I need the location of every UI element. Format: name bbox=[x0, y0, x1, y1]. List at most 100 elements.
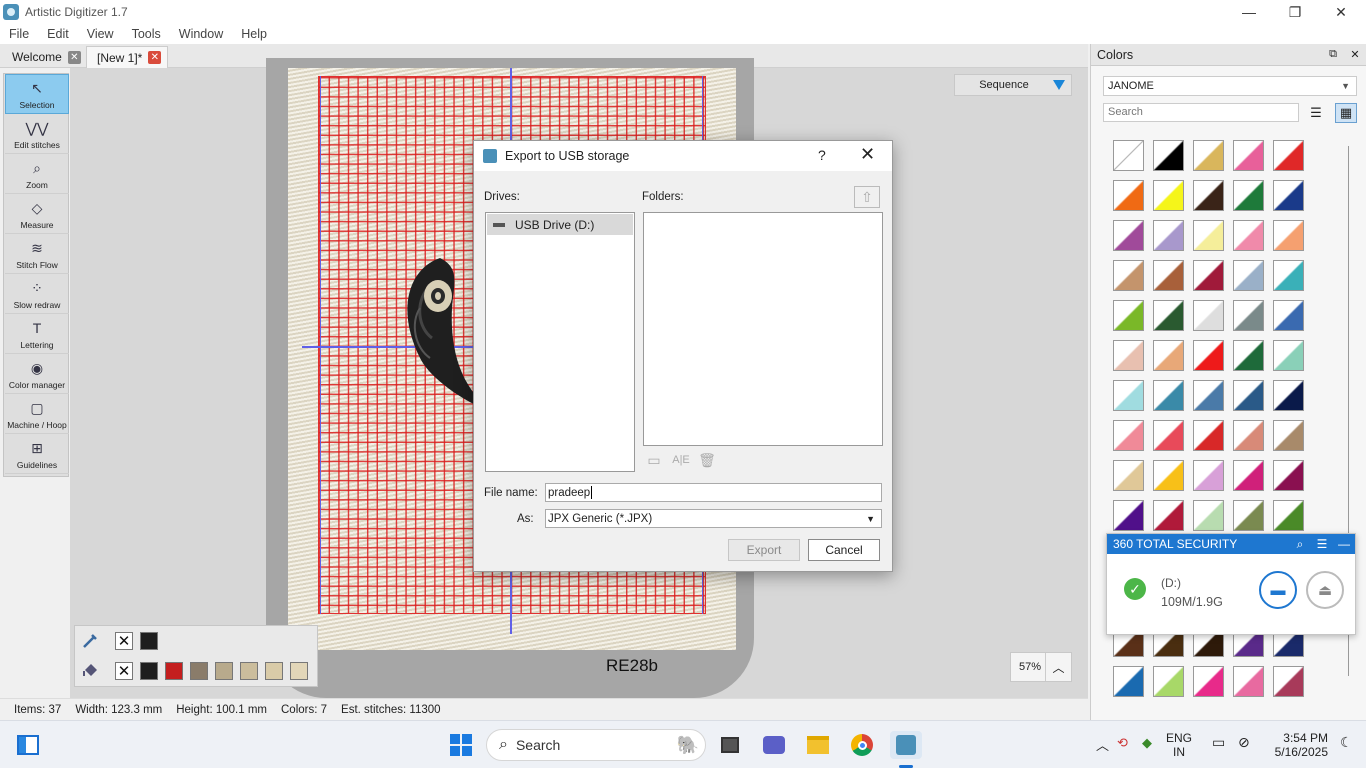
thread-color-swatch[interactable] bbox=[1113, 140, 1144, 171]
thread-color-swatch[interactable] bbox=[1153, 300, 1184, 331]
color-swatch[interactable] bbox=[215, 662, 233, 680]
rename-folder-icon[interactable]: A|E bbox=[671, 450, 691, 470]
thread-color-swatch[interactable] bbox=[1233, 340, 1264, 371]
chevron-up-icon[interactable]: ︿ bbox=[1045, 653, 1071, 681]
network-icon[interactable]: ▭ bbox=[1212, 734, 1225, 751]
menu-tools[interactable]: Tools bbox=[123, 27, 170, 41]
thread-color-swatch[interactable] bbox=[1193, 380, 1224, 411]
thread-color-swatch[interactable] bbox=[1273, 380, 1304, 411]
thread-color-swatch[interactable] bbox=[1153, 180, 1184, 211]
thread-color-swatch[interactable] bbox=[1113, 500, 1144, 531]
thread-color-swatch[interactable] bbox=[1153, 420, 1184, 451]
thread-color-swatch[interactable] bbox=[1113, 340, 1144, 371]
thread-color-swatch[interactable] bbox=[1273, 500, 1304, 531]
thread-color-swatch[interactable] bbox=[1193, 666, 1224, 697]
drives-list[interactable]: USB Drive (D:) bbox=[485, 212, 635, 472]
folders-list[interactable] bbox=[643, 212, 883, 446]
thread-color-swatch[interactable] bbox=[1273, 260, 1304, 291]
eject-icon[interactable]: ⏏ bbox=[1306, 571, 1344, 609]
meet-icon[interactable] bbox=[760, 731, 788, 759]
close-dialog-icon[interactable]: ✕ bbox=[860, 144, 875, 165]
tool-machine-hoop[interactable]: ▢ Machine / Hoop bbox=[5, 394, 69, 434]
task-view-icon[interactable] bbox=[716, 731, 744, 759]
filename-input[interactable]: pradeep bbox=[545, 483, 882, 502]
thread-color-swatch[interactable] bbox=[1153, 380, 1184, 411]
thread-color-swatch[interactable] bbox=[1233, 420, 1264, 451]
artistic-digitizer-taskbar-icon[interactable] bbox=[890, 731, 922, 759]
menu-help[interactable]: Help bbox=[232, 27, 276, 41]
menu-window[interactable]: Window bbox=[170, 27, 232, 41]
thread-color-swatch[interactable] bbox=[1273, 460, 1304, 491]
thread-color-swatch[interactable] bbox=[1233, 220, 1264, 251]
thread-color-swatch[interactable] bbox=[1273, 420, 1304, 451]
thread-color-swatch[interactable] bbox=[1273, 180, 1304, 211]
volume-muted-icon[interactable]: ⊘ bbox=[1238, 734, 1250, 751]
thread-color-swatch[interactable] bbox=[1153, 340, 1184, 371]
thread-color-swatch[interactable] bbox=[1153, 140, 1184, 171]
thread-color-swatch[interactable] bbox=[1273, 300, 1304, 331]
minimize-button[interactable]: — bbox=[1226, 0, 1272, 24]
thread-color-swatch[interactable] bbox=[1113, 420, 1144, 451]
tool-stitch-flow[interactable]: ≋ Stitch Flow bbox=[5, 234, 69, 274]
menu-file[interactable]: File bbox=[0, 27, 38, 41]
minimize-icon[interactable]: — bbox=[1333, 537, 1355, 552]
thread-color-swatch[interactable] bbox=[1273, 220, 1304, 251]
peacock-feather-design[interactable] bbox=[390, 248, 480, 408]
sequence-dropdown[interactable]: Sequence bbox=[954, 74, 1072, 96]
thread-color-swatch[interactable] bbox=[1273, 140, 1304, 171]
color-swatch[interactable] bbox=[190, 662, 208, 680]
close-tab-icon[interactable]: ✕ bbox=[148, 51, 162, 64]
tool-zoom[interactable]: ⌕ Zoom bbox=[5, 154, 69, 194]
tool-selection[interactable]: ↖ Selection bbox=[5, 74, 69, 114]
thread-color-swatch[interactable] bbox=[1113, 260, 1144, 291]
no-color-swatch[interactable]: ✕ bbox=[115, 662, 133, 680]
close-panel-icon[interactable]: ✕ bbox=[1344, 48, 1366, 61]
tab-welcome[interactable]: Welcome ✕ bbox=[2, 46, 87, 68]
search-icon[interactable]: ⌕ bbox=[1289, 537, 1311, 552]
tab-new-1[interactable]: [New 1]* ✕ bbox=[86, 46, 169, 68]
thread-color-swatch[interactable] bbox=[1193, 140, 1224, 171]
color-swatch[interactable] bbox=[240, 662, 258, 680]
export-button[interactable]: Export bbox=[728, 539, 800, 561]
float-panel-icon[interactable]: ⧉ bbox=[1322, 48, 1344, 61]
color-swatch[interactable] bbox=[140, 632, 158, 650]
thread-color-swatch[interactable] bbox=[1153, 260, 1184, 291]
menu-edit[interactable]: Edit bbox=[38, 27, 78, 41]
start-icon[interactable] bbox=[447, 731, 475, 759]
color-swatch[interactable] bbox=[290, 662, 308, 680]
thread-color-swatch[interactable] bbox=[1113, 460, 1144, 491]
thread-color-swatch[interactable] bbox=[1193, 260, 1224, 291]
file-explorer-icon[interactable] bbox=[804, 731, 832, 759]
color-swatch[interactable] bbox=[165, 662, 183, 680]
thread-color-swatch[interactable] bbox=[1193, 300, 1224, 331]
thread-color-swatch[interactable] bbox=[1113, 220, 1144, 251]
tool-measure[interactable]: ◇ Measure bbox=[5, 194, 69, 234]
zoom-control[interactable]: 57% ︿ bbox=[1010, 652, 1072, 682]
color-swatch[interactable] bbox=[140, 662, 158, 680]
thread-color-swatch[interactable] bbox=[1113, 666, 1144, 697]
thread-color-swatch[interactable] bbox=[1233, 300, 1264, 331]
thread-color-swatch[interactable] bbox=[1233, 140, 1264, 171]
menu-view[interactable]: View bbox=[78, 27, 123, 41]
tool-color-manager[interactable]: ◉ Color manager bbox=[5, 354, 69, 394]
thread-color-swatch[interactable] bbox=[1273, 666, 1304, 697]
menu-icon[interactable]: ☰ bbox=[1311, 537, 1333, 552]
thread-color-swatch[interactable] bbox=[1153, 666, 1184, 697]
thread-color-swatch[interactable] bbox=[1153, 220, 1184, 251]
thread-brand-select[interactable]: JANOME ▼ bbox=[1103, 76, 1357, 96]
thread-color-swatch[interactable] bbox=[1193, 340, 1224, 371]
delete-folder-icon[interactable]: 🗑 bbox=[697, 450, 717, 470]
thread-color-swatch[interactable] bbox=[1233, 460, 1264, 491]
grid-view-icon[interactable]: ▦ bbox=[1335, 103, 1357, 123]
color-search-input[interactable]: Search bbox=[1103, 103, 1299, 122]
thread-color-swatch[interactable] bbox=[1153, 460, 1184, 491]
thread-color-swatch[interactable] bbox=[1193, 500, 1224, 531]
help-button[interactable]: ? bbox=[818, 147, 826, 163]
clock[interactable]: 3:54 PM 5/16/2025 bbox=[1266, 731, 1328, 759]
thread-color-swatch[interactable] bbox=[1193, 220, 1224, 251]
close-tab-icon[interactable]: ✕ bbox=[67, 50, 81, 64]
tool-guidelines[interactable]: ⊞ Guidelines bbox=[5, 434, 69, 474]
no-color-swatch[interactable]: ✕ bbox=[115, 632, 133, 650]
thread-color-swatch[interactable] bbox=[1233, 380, 1264, 411]
tool-slow-redraw[interactable]: ⁘ Slow redraw bbox=[5, 274, 69, 314]
